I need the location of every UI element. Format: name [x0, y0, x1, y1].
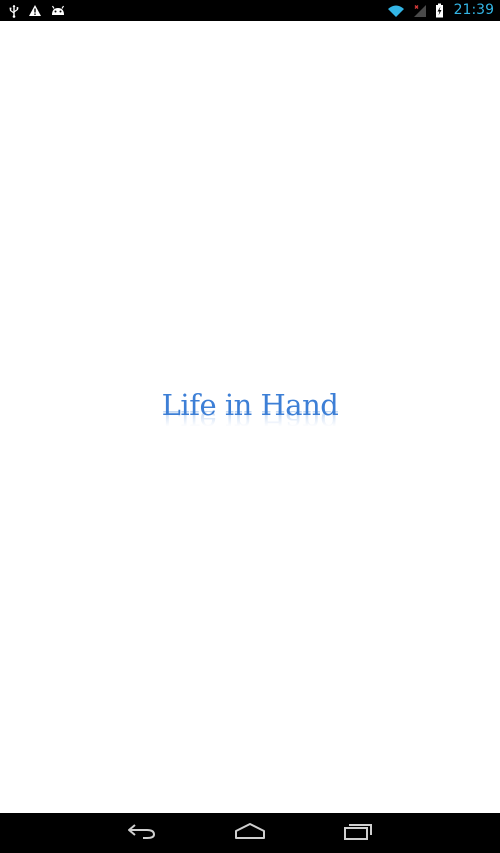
- warning-icon: [28, 0, 42, 21]
- home-icon: [234, 822, 266, 844]
- battery-charging-icon: [435, 0, 444, 21]
- back-icon: [127, 822, 157, 844]
- android-icon: [50, 0, 66, 21]
- recent-apps-icon: [343, 822, 373, 844]
- notification-icons: [8, 0, 66, 21]
- brand-logo: Life in Hand Life in Hand: [0, 387, 500, 439]
- home-button[interactable]: [227, 813, 273, 853]
- splash-screen: 21:39 Life in Hand Life in Hand: [0, 0, 500, 853]
- back-button[interactable]: [119, 813, 165, 853]
- recent-apps-button[interactable]: [335, 813, 381, 853]
- usb-icon: [8, 0, 20, 21]
- wifi-icon: [387, 0, 405, 21]
- navigation-bar: [0, 813, 500, 853]
- status-bar: 21:39: [0, 0, 500, 21]
- app-title-reflection: Life in Hand: [161, 411, 339, 438]
- splash-content: Life in Hand Life in Hand: [0, 21, 500, 813]
- clock-time: 21:39: [453, 2, 494, 18]
- signal-icon: [413, 0, 427, 21]
- system-icons: 21:39: [387, 0, 494, 21]
